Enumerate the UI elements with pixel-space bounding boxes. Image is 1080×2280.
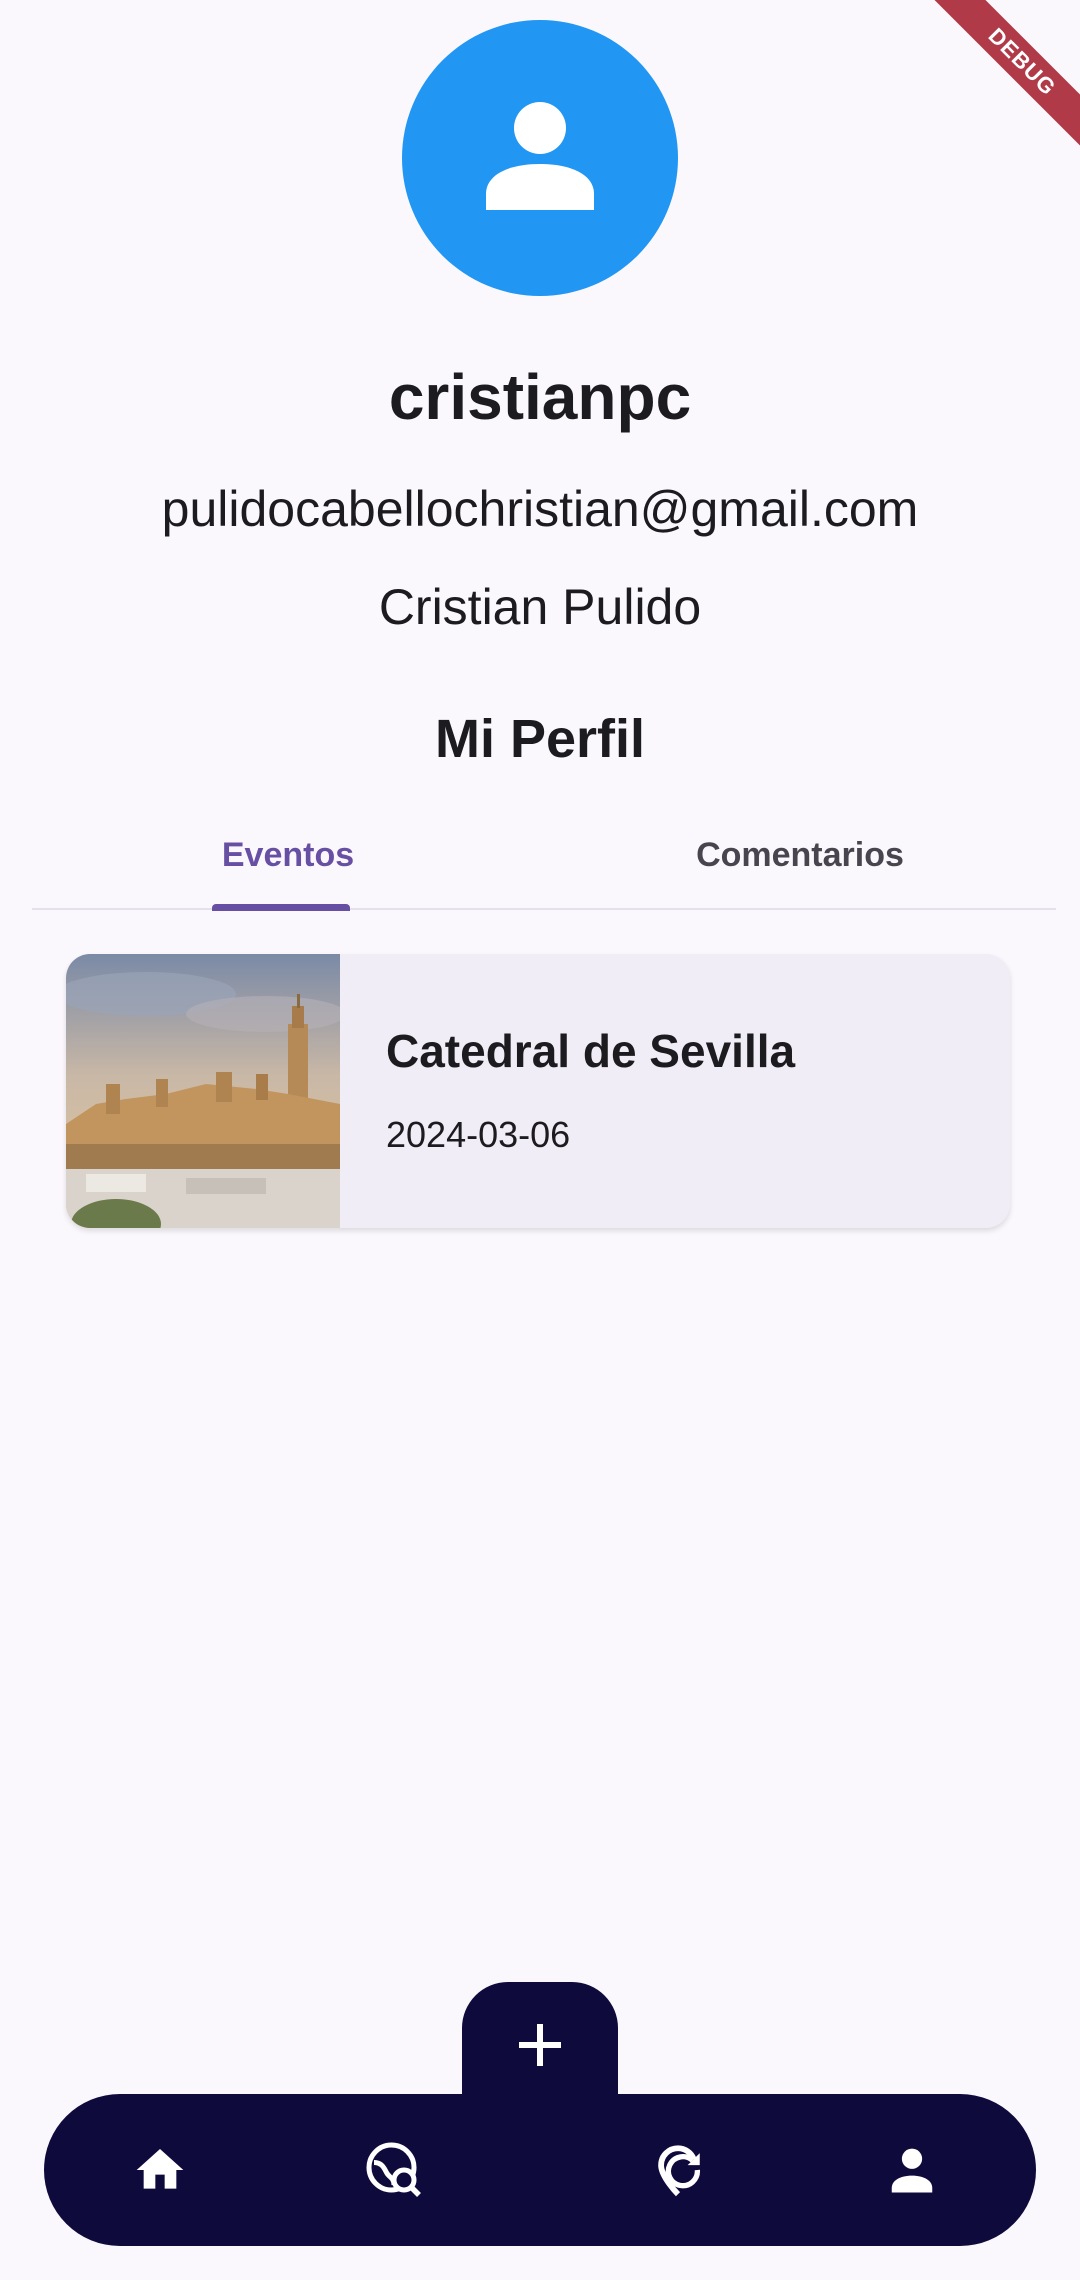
home-icon bbox=[136, 2149, 184, 2189]
section-title: Mi Perfil bbox=[434, 709, 646, 769]
tab-bar: Eventos Comentarios bbox=[32, 800, 1056, 911]
event-card[interactable]: Catedral de Sevilla 2024-03-06 bbox=[66, 954, 1010, 1228]
event-date: 2024-03-06 bbox=[386, 1114, 571, 1155]
avatar[interactable] bbox=[402, 20, 678, 296]
bottom-navigation bbox=[44, 2094, 1036, 2246]
debug-banner: DEBUG bbox=[931, 0, 1080, 153]
profile-screen: DEBUG cristianpc pulidocabellochristian@… bbox=[0, 0, 1080, 2280]
event-name: Catedral de Sevilla bbox=[386, 1025, 796, 1077]
tab-comentarios[interactable]: Comentarios bbox=[544, 800, 1056, 910]
tab-indicator bbox=[212, 904, 350, 911]
cathedral-photo bbox=[66, 954, 340, 1228]
nav-profile[interactable] bbox=[852, 2094, 972, 2246]
nav-explore[interactable] bbox=[334, 2094, 454, 2246]
full-name: Cristian Pulido bbox=[378, 579, 702, 635]
person-icon bbox=[486, 102, 594, 210]
explore-search-icon bbox=[366, 2142, 421, 2197]
add-icon bbox=[519, 2024, 561, 2066]
refresh-location-icon bbox=[658, 2145, 700, 2197]
event-image bbox=[66, 954, 340, 1228]
nav-home[interactable] bbox=[100, 2094, 220, 2246]
tab-eventos[interactable]: Eventos bbox=[32, 800, 544, 910]
email: pulidocabellochristian@gmail.com bbox=[161, 481, 919, 537]
username: cristianpc bbox=[388, 361, 692, 433]
person-icon bbox=[891, 2148, 933, 2193]
nav-refresh-location[interactable] bbox=[618, 2094, 738, 2246]
